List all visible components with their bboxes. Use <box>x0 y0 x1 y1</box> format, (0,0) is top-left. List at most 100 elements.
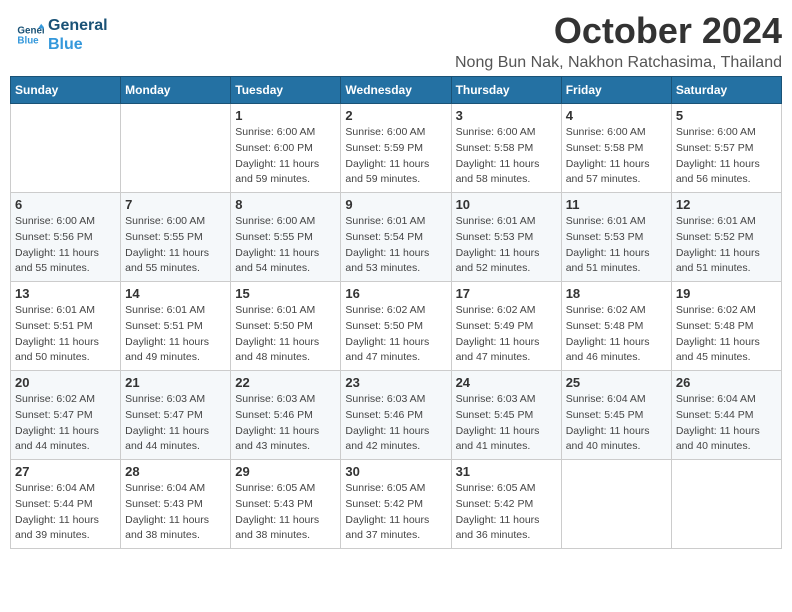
day-info: Sunrise: 6:04 AMSunset: 5:44 PMDaylight:… <box>15 481 116 544</box>
calendar-cell: 10Sunrise: 6:01 AMSunset: 5:53 PMDayligh… <box>451 193 561 282</box>
day-info: Sunrise: 6:01 AMSunset: 5:50 PMDaylight:… <box>235 303 336 366</box>
column-header-saturday: Saturday <box>671 77 781 104</box>
column-header-thursday: Thursday <box>451 77 561 104</box>
column-header-monday: Monday <box>121 77 231 104</box>
week-row-3: 13 Sunrise: 6:01 AMSunset: 5:51 PMDayligh… <box>11 282 782 371</box>
day-number: 28 <box>125 464 226 479</box>
calendar-cell <box>121 104 231 193</box>
day-info: Sunrise: 6:03 AMSunset: 5:46 PMDaylight:… <box>345 392 446 455</box>
calendar-cell: 19Sunrise: 6:02 AMSunset: 5:48 PMDayligh… <box>671 282 781 371</box>
column-header-sunday: Sunday <box>11 77 121 104</box>
day-number: 13 <box>15 286 116 301</box>
column-header-friday: Friday <box>561 77 671 104</box>
calendar-cell <box>561 460 671 549</box>
day-info: Sunrise: 6:03 AMSunset: 5:47 PMDaylight:… <box>125 392 226 455</box>
week-row-2: 6 Sunrise: 6:00 AMSunset: 5:56 PMDaylight… <box>11 193 782 282</box>
calendar-cell: 8 Sunrise: 6:00 AMSunset: 5:55 PMDaylight… <box>231 193 341 282</box>
day-number: 11 <box>566 197 667 212</box>
calendar-cell: 16 Sunrise: 6:02 AMSunset: 5:50 PMDayligh… <box>341 282 451 371</box>
day-number: 18 <box>566 286 667 301</box>
day-number: 2 <box>345 108 446 123</box>
day-info: Sunrise: 6:01 AMSunset: 5:53 PMDaylight:… <box>566 214 667 277</box>
calendar-cell: 25Sunrise: 6:04 AMSunset: 5:45 PMDayligh… <box>561 371 671 460</box>
day-info: Sunrise: 6:01 AMSunset: 5:51 PMDaylight:… <box>125 303 226 366</box>
day-number: 22 <box>235 375 336 390</box>
calendar-cell: 31 Sunrise: 6:05 AMSunset: 5:42 PMDayligh… <box>451 460 561 549</box>
day-info: Sunrise: 6:02 AMSunset: 5:48 PMDaylight:… <box>676 303 777 366</box>
calendar-cell: 20 Sunrise: 6:02 AMSunset: 5:47 PMDayligh… <box>11 371 121 460</box>
day-number: 29 <box>235 464 336 479</box>
day-number: 3 <box>456 108 557 123</box>
day-info: Sunrise: 6:03 AMSunset: 5:45 PMDaylight:… <box>456 392 557 455</box>
day-number: 21 <box>125 375 226 390</box>
day-number: 26 <box>676 375 777 390</box>
calendar-cell: 4 Sunrise: 6:00 AMSunset: 5:58 PMDaylight… <box>561 104 671 193</box>
day-number: 20 <box>15 375 116 390</box>
calendar-cell: 1Sunrise: 6:00 AMSunset: 6:00 PMDaylight… <box>231 104 341 193</box>
header: General Blue General Blue October 2024 N… <box>10 10 782 72</box>
calendar-cell: 27 Sunrise: 6:04 AMSunset: 5:44 PMDayligh… <box>11 460 121 549</box>
day-number: 12 <box>676 197 777 212</box>
day-number: 5 <box>676 108 777 123</box>
day-info: Sunrise: 6:01 AMSunset: 5:54 PMDaylight:… <box>345 214 446 277</box>
calendar-cell: 12 Sunrise: 6:01 AMSunset: 5:52 PMDayligh… <box>671 193 781 282</box>
day-info: Sunrise: 6:02 AMSunset: 5:49 PMDaylight:… <box>456 303 557 366</box>
day-info: Sunrise: 6:00 AMSunset: 5:57 PMDaylight:… <box>676 125 777 188</box>
day-number: 9 <box>345 197 446 212</box>
calendar-cell: 18 Sunrise: 6:02 AMSunset: 5:48 PMDayligh… <box>561 282 671 371</box>
day-info: Sunrise: 6:00 AMSunset: 5:58 PMDaylight:… <box>456 125 557 188</box>
day-info: Sunrise: 6:00 AMSunset: 5:59 PMDaylight:… <box>345 125 446 188</box>
day-number: 31 <box>456 464 557 479</box>
month-title: October 2024 <box>114 10 782 52</box>
day-info: Sunrise: 6:00 AMSunset: 5:58 PMDaylight:… <box>566 125 667 188</box>
week-row-4: 20 Sunrise: 6:02 AMSunset: 5:47 PMDayligh… <box>11 371 782 460</box>
day-info: Sunrise: 6:00 AMSunset: 5:55 PMDaylight:… <box>235 214 336 277</box>
day-number: 30 <box>345 464 446 479</box>
calendar-cell: 2 Sunrise: 6:00 AMSunset: 5:59 PMDaylight… <box>341 104 451 193</box>
calendar-cell: 17 Sunrise: 6:02 AMSunset: 5:49 PMDayligh… <box>451 282 561 371</box>
day-number: 8 <box>235 197 336 212</box>
calendar-cell: 28 Sunrise: 6:04 AMSunset: 5:43 PMDayligh… <box>121 460 231 549</box>
day-number: 7 <box>125 197 226 212</box>
day-info: Sunrise: 6:00 AMSunset: 5:56 PMDaylight:… <box>15 214 116 277</box>
day-number: 23 <box>345 375 446 390</box>
day-number: 6 <box>15 197 116 212</box>
day-info: Sunrise: 6:01 AMSunset: 5:52 PMDaylight:… <box>676 214 777 277</box>
day-info: Sunrise: 6:03 AMSunset: 5:46 PMDaylight:… <box>235 392 336 455</box>
calendar-cell <box>11 104 121 193</box>
day-info: Sunrise: 6:04 AMSunset: 5:44 PMDaylight:… <box>676 392 777 455</box>
location-title: Nong Bun Nak, Nakhon Ratchasima, Thailan… <box>114 54 782 72</box>
day-info: Sunrise: 6:02 AMSunset: 5:47 PMDaylight:… <box>15 392 116 455</box>
day-number: 27 <box>15 464 116 479</box>
calendar-cell: 11 Sunrise: 6:01 AMSunset: 5:53 PMDayligh… <box>561 193 671 282</box>
day-number: 25 <box>566 375 667 390</box>
day-info: Sunrise: 6:02 AMSunset: 5:50 PMDaylight:… <box>345 303 446 366</box>
day-number: 4 <box>566 108 667 123</box>
day-number: 14 <box>125 286 226 301</box>
day-info: Sunrise: 6:04 AMSunset: 5:43 PMDaylight:… <box>125 481 226 544</box>
day-number: 16 <box>345 286 446 301</box>
column-header-wednesday: Wednesday <box>341 77 451 104</box>
calendar-cell: 5 Sunrise: 6:00 AMSunset: 5:57 PMDaylight… <box>671 104 781 193</box>
calendar-cell: 14 Sunrise: 6:01 AMSunset: 5:51 PMDayligh… <box>121 282 231 371</box>
week-row-5: 27 Sunrise: 6:04 AMSunset: 5:44 PMDayligh… <box>11 460 782 549</box>
calendar-cell: 22 Sunrise: 6:03 AMSunset: 5:46 PMDayligh… <box>231 371 341 460</box>
title-area: October 2024 Nong Bun Nak, Nakhon Ratcha… <box>114 10 782 72</box>
day-info: Sunrise: 6:02 AMSunset: 5:48 PMDaylight:… <box>566 303 667 366</box>
day-number: 15 <box>235 286 336 301</box>
calendar-cell: 9 Sunrise: 6:01 AMSunset: 5:54 PMDaylight… <box>341 193 451 282</box>
column-header-tuesday: Tuesday <box>231 77 341 104</box>
calendar-cell: 21 Sunrise: 6:03 AMSunset: 5:47 PMDayligh… <box>121 371 231 460</box>
calendar-cell: 7Sunrise: 6:00 AMSunset: 5:55 PMDaylight… <box>121 193 231 282</box>
day-info: Sunrise: 6:01 AMSunset: 5:51 PMDaylight:… <box>15 303 116 366</box>
calendar-cell: 30 Sunrise: 6:05 AMSunset: 5:42 PMDayligh… <box>341 460 451 549</box>
day-info: Sunrise: 6:05 AMSunset: 5:42 PMDaylight:… <box>345 481 446 544</box>
calendar-cell: 26 Sunrise: 6:04 AMSunset: 5:44 PMDayligh… <box>671 371 781 460</box>
day-info: Sunrise: 6:05 AMSunset: 5:43 PMDaylight:… <box>235 481 336 544</box>
calendar-cell: 24Sunrise: 6:03 AMSunset: 5:45 PMDayligh… <box>451 371 561 460</box>
calendar-table: SundayMondayTuesdayWednesdayThursdayFrid… <box>10 76 782 549</box>
day-info: Sunrise: 6:00 AMSunset: 6:00 PMDaylight:… <box>235 125 336 188</box>
logo: General Blue General Blue <box>10 10 114 60</box>
day-number: 17 <box>456 286 557 301</box>
day-info: Sunrise: 6:05 AMSunset: 5:42 PMDaylight:… <box>456 481 557 544</box>
